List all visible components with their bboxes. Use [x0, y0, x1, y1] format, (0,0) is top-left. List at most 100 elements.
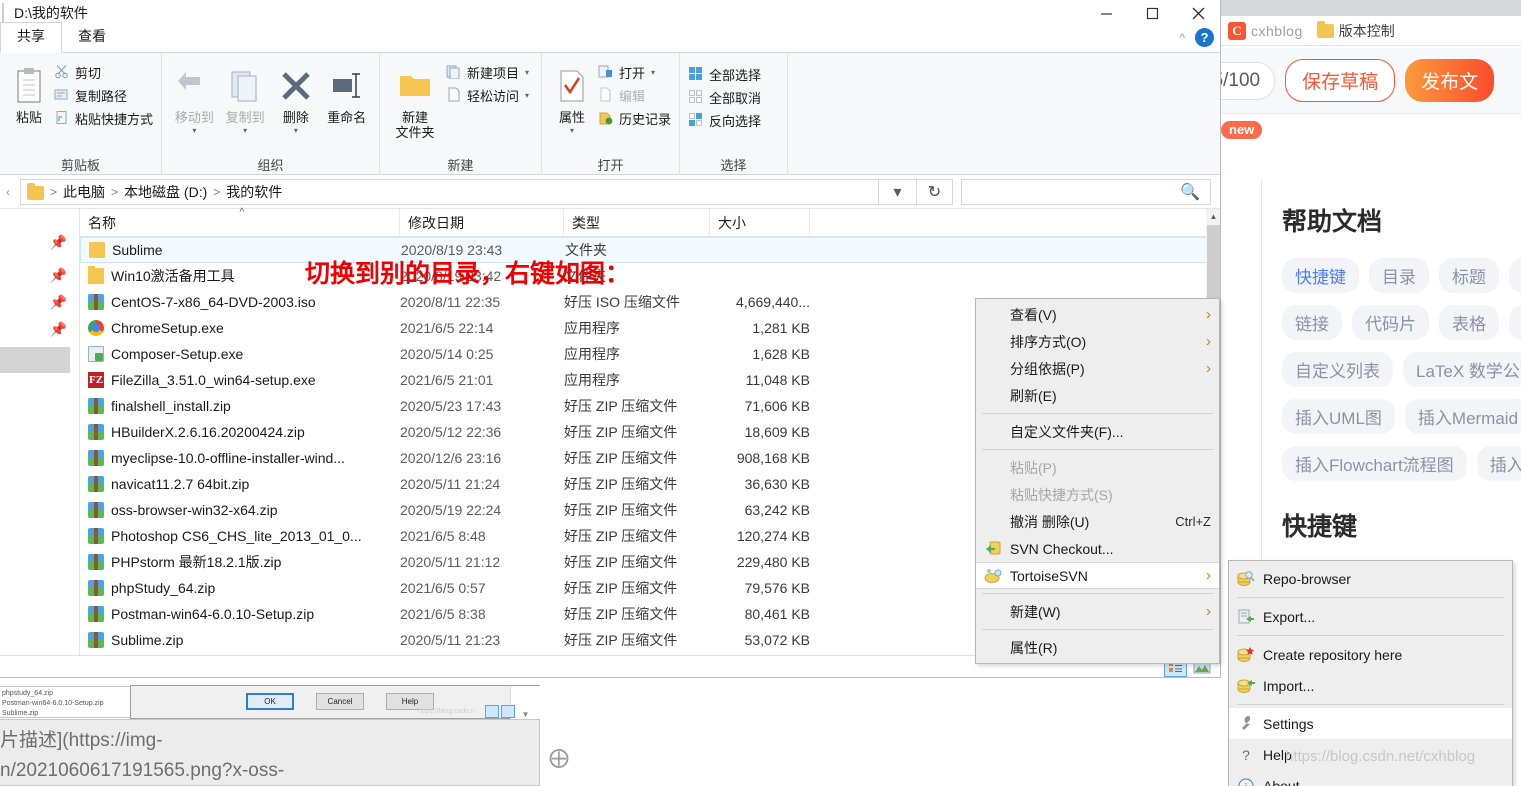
copy-to-icon — [228, 61, 262, 111]
markdown-editor-strip[interactable]: 片描述](https://img- n/2021060617191565.png… — [0, 719, 540, 786]
breadcrumb-my-software[interactable]: 我的软件 — [226, 182, 282, 202]
pin-icon[interactable]: 📌 — [50, 234, 67, 251]
help-tag-insert[interactable]: 插入 — [1476, 446, 1521, 481]
select-all-button[interactable]: 全部选择 — [688, 65, 761, 84]
menu-item-refresh[interactable]: 刷新(E) — [976, 382, 1219, 409]
edit-button[interactable]: 编辑 — [598, 86, 671, 105]
invert-selection-label: 反向选择 — [709, 114, 762, 129]
history-button[interactable]: 历史记录 — [598, 109, 671, 128]
minimize-icon[interactable] — [1083, 0, 1129, 26]
submenu-label: Create repository here — [1263, 646, 1403, 663]
menu-item-group-by[interactable]: 分组依据(P) › — [976, 355, 1219, 382]
column-header-date[interactable]: 修改日期 — [400, 208, 564, 237]
help-tag-link[interactable]: 链接 — [1282, 305, 1342, 340]
new-item-button[interactable]: 新建项目 ▾ — [446, 63, 529, 82]
paste-button[interactable]: 粘贴 — [8, 59, 50, 126]
help-tag-mermaid[interactable]: 插入Mermaid — [1404, 399, 1521, 434]
submenu-item-create-repository[interactable]: Create repository here — [1229, 639, 1512, 670]
menu-item-view[interactable]: 查看(V) › — [976, 301, 1219, 328]
address-dropdown-icon[interactable]: ▾ — [879, 178, 917, 205]
refresh-icon[interactable]: ↻ — [917, 178, 953, 205]
table-row[interactable]: Win10激活备用工具 2020/8/19 23:42 文件夹 — [80, 263, 1220, 289]
save-draft-button[interactable]: 保存草稿 — [1285, 59, 1396, 102]
cut-button[interactable]: 剪切 — [54, 63, 153, 82]
help-tag-uml[interactable]: 插入UML图 — [1282, 399, 1395, 434]
move-to-button[interactable]: 移动到 ▾ — [170, 59, 219, 135]
cancel-button[interactable]: Cancel — [316, 693, 364, 710]
large-icons-view-icon[interactable] — [501, 705, 515, 718]
help-tag-toc[interactable]: 目录 — [1369, 258, 1429, 293]
submenu-item-import[interactable]: Import... — [1229, 670, 1512, 701]
menu-item-tortoisesvn[interactable]: TortoiseSVN › — [976, 562, 1219, 589]
help-tag-heading[interactable]: 标题 — [1439, 258, 1499, 293]
ok-button[interactable]: OK — [246, 693, 294, 710]
maximize-icon[interactable] — [1129, 0, 1175, 26]
help-tag-custom-list[interactable]: 自定义列表 — [1282, 352, 1393, 387]
chevron-up-icon[interactable]: ^ — [1179, 31, 1185, 45]
scroll-down-icon[interactable]: ▼ — [522, 710, 530, 719]
help-tag-latex[interactable]: LaTeX 数学公式 — [1403, 352, 1521, 387]
pin-icon[interactable]: 📌 — [50, 267, 67, 284]
menu-item-undo-delete[interactable]: 撤消 删除(U) Ctrl+Z — [976, 508, 1219, 535]
chevron-down-icon[interactable]: ▾ — [294, 126, 298, 135]
breadcrumb-local-disk[interactable]: 本地磁盘 (D:) — [124, 182, 207, 202]
help-tag-codeblock[interactable]: 代码片 — [1352, 305, 1429, 340]
submenu-item-about[interactable]: i About — [1229, 770, 1512, 786]
delete-button[interactable]: 删除 ▾ — [272, 59, 321, 135]
file-size-cell: 80,461 KB — [744, 606, 810, 622]
new-folder-button[interactable]: 新建 文件夹 — [388, 59, 442, 141]
submenu-item-repo-browser[interactable]: Repo-browser — [1229, 563, 1512, 594]
help-icon[interactable]: ? — [1195, 28, 1214, 47]
help-tag-footnote[interactable]: 注 — [1509, 305, 1521, 340]
chevron-down-icon[interactable]: ▾ — [570, 126, 574, 135]
wrench-icon — [1229, 715, 1263, 732]
column-header-name[interactable]: ^ 名称 — [80, 207, 400, 237]
pin-icon[interactable]: 📌 — [50, 294, 67, 311]
dialog-button-row: OK Cancel Help — [246, 693, 434, 710]
bookmark-cxhblog[interactable]: C cxhblog — [1228, 21, 1303, 40]
tab-share[interactable]: 共享 — [0, 22, 62, 53]
menu-item-sort-by[interactable]: 排序方式(O) › — [976, 328, 1219, 355]
help-tag-shortcut[interactable]: 快捷键 — [1282, 258, 1359, 293]
chevron-down-icon[interactable]: ▾ — [651, 68, 655, 77]
column-header-type[interactable]: 类型 — [564, 208, 710, 237]
copy-to-button[interactable]: 复制到 ▾ — [221, 59, 270, 135]
invert-selection-button[interactable]: 反向选择 — [688, 111, 761, 130]
back-icon[interactable]: ‹ — [0, 185, 16, 199]
column-header-size[interactable]: 大小 — [710, 208, 810, 237]
properties-button[interactable]: 属性 ▾ — [550, 59, 594, 135]
submenu-item-export[interactable]: Export... — [1229, 601, 1512, 632]
table-row[interactable]: Sublime 2020/8/19 23:43 文件夹 — [80, 237, 1220, 263]
search-input[interactable]: 🔍 — [961, 178, 1211, 205]
paste-shortcut-button[interactable]: 粘贴快捷方式 — [54, 109, 153, 128]
menu-item-properties[interactable]: 属性(R) — [976, 634, 1219, 661]
chevron-down-icon[interactable]: ▾ — [525, 68, 529, 77]
publish-button[interactable]: 发布文 — [1405, 59, 1495, 102]
select-none-button[interactable]: 全部取消 — [688, 88, 761, 107]
copy-path-button[interactable]: 复制路径 — [54, 86, 153, 105]
scroll-up-icon[interactable]: ▲ — [1206, 209, 1220, 224]
submenu-item-settings[interactable]: Settings — [1229, 708, 1512, 739]
rename-button[interactable]: 重命名 — [322, 59, 371, 126]
chevron-down-icon[interactable]: ▾ — [243, 126, 247, 135]
chevron-down-icon[interactable]: ▾ — [525, 91, 529, 100]
close-icon[interactable] — [1175, 0, 1220, 26]
menu-item-new[interactable]: 新建(W) › — [976, 598, 1219, 625]
zip-icon — [88, 606, 104, 622]
help-tag-text[interactable]: 文 — [1509, 258, 1521, 293]
chevron-down-icon[interactable]: ▾ — [192, 126, 196, 135]
help-tag-table[interactable]: 表格 — [1439, 305, 1499, 340]
bookmark-version-control[interactable]: 版本控制 — [1316, 20, 1395, 41]
tab-view[interactable]: 查看 — [62, 23, 122, 52]
navigation-pane[interactable]: 📌 📌 📌 📌 — [0, 209, 80, 655]
breadcrumb-this-pc[interactable]: 此电脑 — [63, 182, 105, 202]
menu-item-customize-folder[interactable]: 自定义文件夹(F)... — [976, 418, 1219, 445]
open-button[interactable]: 打开 ▾ — [598, 63, 671, 82]
breadcrumb[interactable]: > 此电脑 > 本地磁盘 (D:) > 我的软件 — [20, 178, 879, 205]
menu-item-svn-checkout[interactable]: SVN Checkout... — [976, 535, 1219, 562]
easy-access-button[interactable]: 轻松访问 ▾ — [446, 86, 529, 105]
pin-icon[interactable]: 📌 — [50, 321, 67, 338]
help-tag-flowchart[interactable]: 插入Flowchart流程图 — [1282, 446, 1467, 481]
nav-selected-item[interactable] — [0, 347, 70, 373]
details-view-icon[interactable] — [485, 705, 499, 718]
